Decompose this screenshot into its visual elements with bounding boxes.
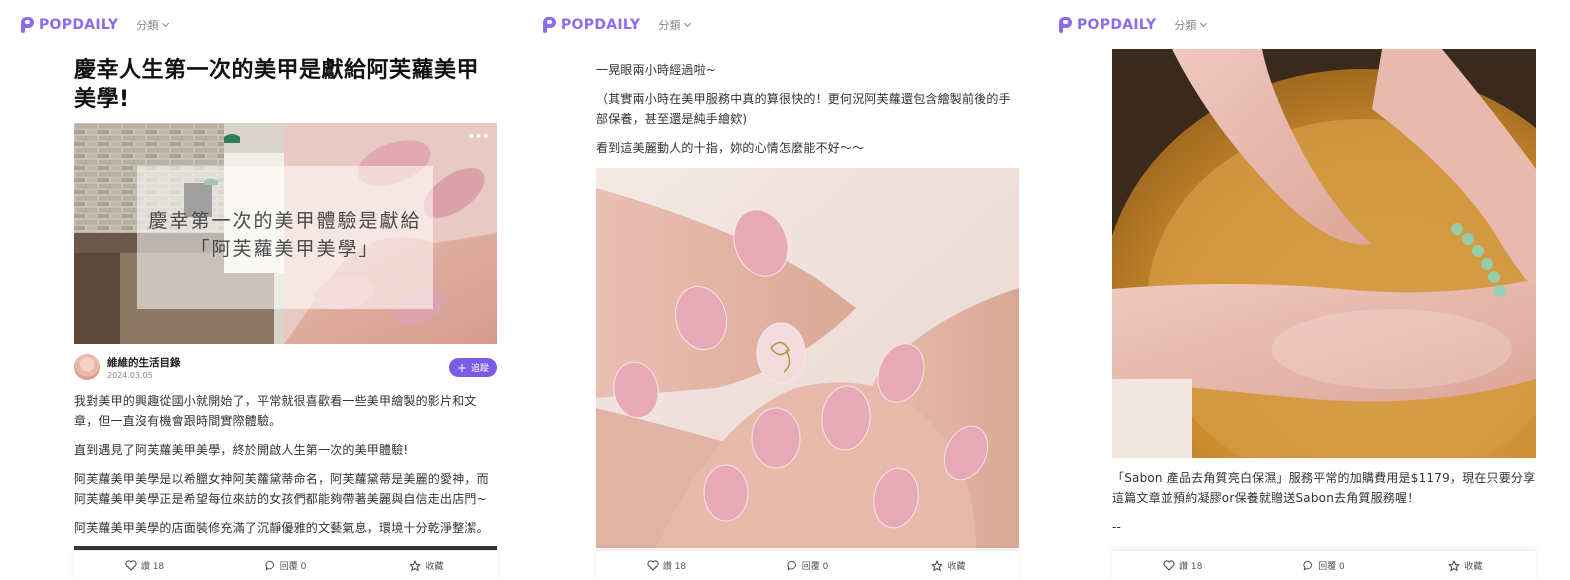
follow-button[interactable]: + 追蹤: [448, 358, 497, 377]
save-button[interactable]: 收藏: [878, 559, 1019, 572]
reply-label: 回覆 0: [279, 562, 307, 572]
save-label: 收藏: [947, 562, 966, 572]
popdaily-logo-icon: [1059, 17, 1073, 33]
publish-date: 2024.03.05: [107, 371, 153, 380]
comment-icon: [787, 560, 796, 571]
save-label: 收藏: [1464, 562, 1483, 572]
comment-icon: [1303, 560, 1313, 571]
paragraph: （其實兩小時在美甲服務中真的算很快的！更何況阿芙蘿還包含繪製前後的手部保養，甚至…: [596, 92, 1011, 126]
reply-button[interactable]: 回覆 0: [1253, 559, 1394, 572]
logo-text: POPDAILY: [1077, 17, 1157, 33]
action-bar: 讚 18 回覆 0 收藏: [74, 550, 497, 580]
cover-overlay-line-2: 「阿芙蘿美甲美學」: [190, 238, 380, 260]
category-dropdown[interactable]: 分類: [1174, 17, 1208, 33]
more-options-icon[interactable]: •••: [467, 129, 490, 145]
paragraph: 直到遇見了阿芙蘿美甲美學，終於開啟人生第一次的美甲體驗!: [74, 443, 409, 457]
reply-button[interactable]: 回覆 0: [215, 559, 356, 572]
reply-label: 回覆 0: [1318, 562, 1345, 572]
popdaily-logo[interactable]: POPDAILY: [1059, 17, 1156, 33]
top-nav: POPDAILY 分類: [1059, 14, 1208, 36]
star-icon: [409, 560, 421, 571]
heart-icon: [1163, 560, 1175, 571]
chevron-down-icon: [684, 19, 692, 28]
star-icon: [1448, 560, 1460, 571]
author-row: 維維的生活目錄 2024.03.05 + 追蹤: [74, 354, 497, 382]
paragraph: 一晃眼兩小時經過啦~: [596, 63, 717, 77]
like-label: 讚 18: [662, 562, 687, 572]
paragraph: 我對美甲的興趣從國小就開始了，平常就很喜歡看一些美甲繪製的影片和文章，但一直沒有…: [74, 394, 477, 428]
popdaily-logo-icon: [543, 17, 557, 33]
reply-button[interactable]: 回覆 0: [737, 559, 878, 572]
article-panel-2: POPDAILY 分類 一晃眼兩小時經過啦~ （其實兩小時在美甲服務中真的算很快…: [522, 0, 1044, 580]
action-bar: 讚 18 回覆 0 收藏: [1112, 550, 1536, 580]
like-label: 讚 18: [140, 562, 165, 572]
popdaily-logo-icon: [21, 17, 35, 33]
author-name[interactable]: 維維的生活目錄: [107, 355, 181, 370]
like-button[interactable]: 讚 18: [1112, 559, 1253, 572]
cover-overlay-line-1: 慶幸第一次的美甲體驗是獻給: [148, 210, 422, 232]
category-dropdown[interactable]: 分類: [658, 17, 692, 33]
save-label: 收藏: [425, 562, 444, 572]
like-button[interactable]: 讚 18: [596, 559, 737, 572]
heart-icon: [125, 560, 137, 571]
like-button[interactable]: 讚 18: [74, 559, 215, 572]
cover-overlay-text: 慶幸第一次的美甲體驗是獻給 「阿芙蘿美甲美學」: [137, 207, 433, 263]
save-button[interactable]: 收藏: [1395, 559, 1536, 572]
top-nav: POPDAILY 分類: [543, 14, 692, 36]
category-label: 分類: [658, 19, 681, 32]
reply-label: 回覆 0: [801, 562, 829, 572]
follow-label: 追蹤: [470, 364, 489, 374]
logo-text: POPDAILY: [561, 17, 641, 33]
paragraph: 阿芙蘿美甲美學是以希臘女神阿芙蘿黛蒂命名，阿芙蘿黛蒂是美麗的愛神，而阿芙蘿美甲美…: [74, 472, 489, 506]
logo-text: POPDAILY: [39, 17, 119, 33]
paragraph: 阿芙蘿美甲美學的店面裝修充滿了沉靜優雅的文藝氣息，環境十分乾淨整潔。: [74, 521, 489, 535]
paragraph: 「Sabon 產品去角質亮白保濕」服務平常的加購費用是$1179，現在只要分享這…: [1112, 471, 1536, 505]
star-icon: [931, 560, 943, 571]
category-label: 分類: [1174, 19, 1197, 32]
nail-photo: [596, 168, 1019, 548]
popdaily-logo[interactable]: POPDAILY: [543, 17, 640, 33]
avatar[interactable]: [74, 354, 100, 380]
popdaily-logo[interactable]: POPDAILY: [21, 17, 118, 33]
paragraph: 看到這美麗動人的十指，妳的心情怎麼能不好～～: [596, 141, 865, 155]
chevron-down-icon: [1200, 19, 1208, 28]
heart-icon: [647, 560, 659, 571]
article-panel-1: POPDAILY 分類 慶幸人生第一次的美甲是獻給阿芙蘿美甲美學! 慶幸第一次的…: [0, 0, 522, 580]
chevron-down-icon: [162, 19, 170, 28]
top-nav: POPDAILY 分類: [21, 14, 170, 36]
category-dropdown[interactable]: 分類: [136, 17, 170, 33]
like-label: 讚 18: [1179, 562, 1203, 572]
article-panel-3: POPDAILY 分類 「Sabon 產品去角質亮白保濕」服務平常的加購費用是$…: [1044, 0, 1570, 580]
category-label: 分類: [136, 19, 159, 32]
plus-icon: +: [456, 360, 467, 375]
cover-image: 慶幸第一次的美甲體驗是獻給 「阿芙蘿美甲美學」 •••: [74, 123, 497, 344]
action-bar: 讚 18 回覆 0 收藏: [596, 550, 1019, 580]
save-button[interactable]: 收藏: [356, 559, 497, 572]
hand-soak-photo: [1112, 49, 1536, 458]
comment-icon: [265, 560, 274, 571]
paragraph: --: [1112, 520, 1122, 534]
article-title: 慶幸人生第一次的美甲是獻給阿芙蘿美甲美學!: [74, 58, 480, 112]
